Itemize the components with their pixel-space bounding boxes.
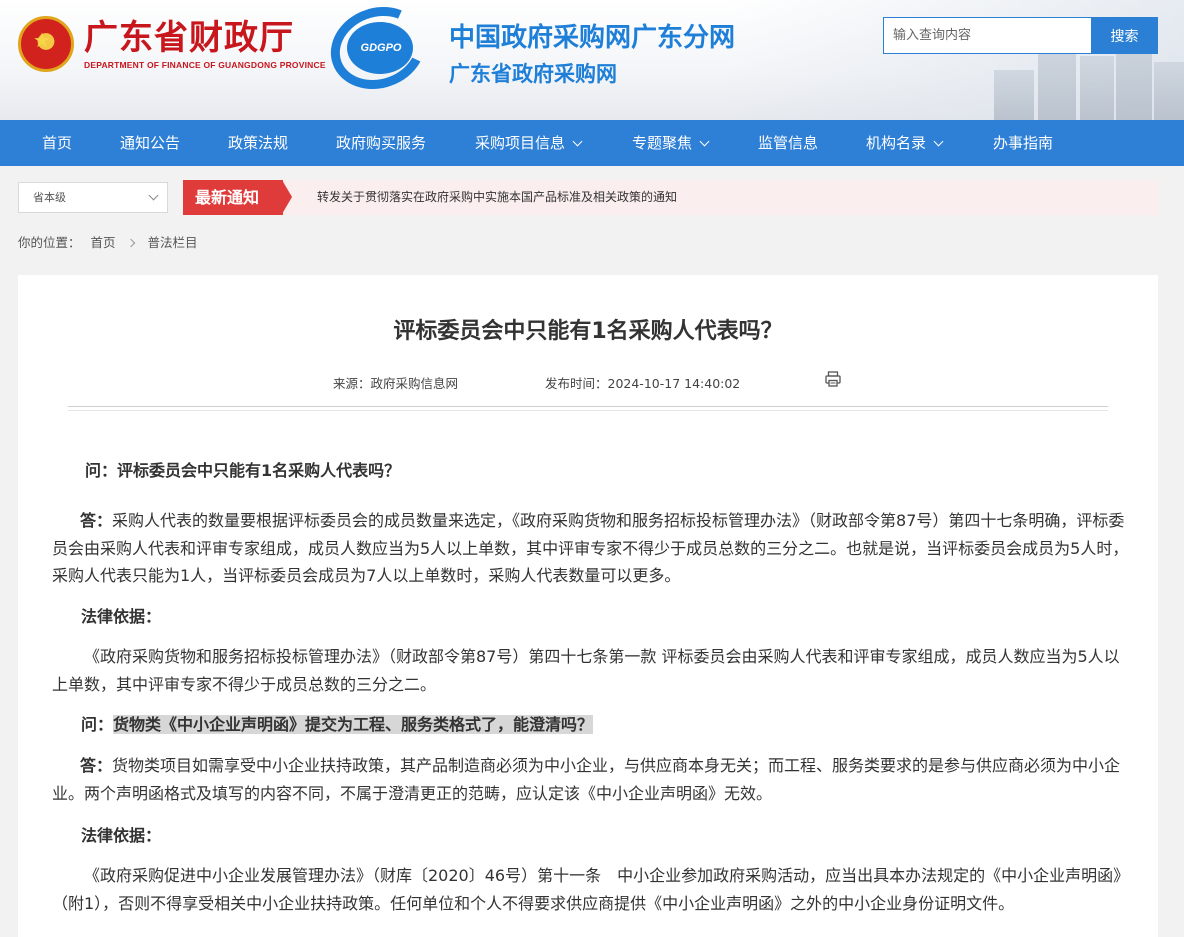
legal-basis-1-heading: 法律依据： (81, 607, 162, 626)
print-icon[interactable] (824, 370, 842, 388)
article-title: 评标委员会中只能有1名采购人代表吗？ (393, 319, 783, 344)
site-header: ★ 广东省财政厅 DEPARTMENT OF FINANCE OF GUANGD… (0, 0, 1184, 120)
question-1: 问：评标委员会中只能有1名采购人代表吗？ (85, 461, 401, 480)
emblem-star-icon: ★ (33, 28, 51, 52)
legal-basis-2-heading: 法律依据： (81, 826, 162, 845)
breadcrumb-home[interactable]: 首页 (91, 233, 116, 253)
chevron-down-icon (572, 136, 583, 147)
nav-item-topics[interactable]: 专题聚焦 (632, 120, 710, 166)
skyline-building (1154, 62, 1184, 120)
latest-notice-bar: 最新通知 转发关于贯彻落实在政府采购中实施本国产品标准及相关政策的通知 (183, 180, 1158, 215)
nav-item-notices[interactable]: 通知公告 (120, 120, 180, 166)
skyline-building (994, 70, 1034, 120)
nav-item-govt-services[interactable]: 政府购买服务 (336, 120, 426, 166)
dept-name-cn: 广东省财政厅 (84, 18, 294, 58)
search-button[interactable]: 搜索 (1091, 17, 1158, 54)
latest-notice-link[interactable]: 转发关于贯彻落实在政府采购中实施本国产品标准及相关政策的通知 (317, 180, 677, 215)
site-title-secondary: 广东省政府采购网 (449, 62, 617, 86)
title-divider (68, 410, 1108, 411)
chevron-down-icon (933, 136, 944, 147)
legal-basis-1-text: 《政府采购货物和服务招标投标管理办法》（财政部令第87号）第四十七条第一款 评标… (52, 647, 1120, 694)
breadcrumb: 你的位置： 首页 普法栏目 (18, 233, 198, 253)
chevron-down-icon (699, 136, 710, 147)
breadcrumb-current[interactable]: 普法栏目 (147, 233, 197, 253)
nav-item-home[interactable]: 首页 (42, 120, 72, 166)
main-nav: 首页 通知公告 政策法规 政府购买服务 采购项目信息 专题聚焦 监管信息 机构名… (0, 120, 1184, 166)
level-select[interactable]: 省本级 (18, 182, 168, 213)
dept-name-en: DEPARTMENT OF FINANCE OF GUANGDONG PROVI… (84, 60, 326, 70)
legal-basis-2-text: 《政府采购促进中小企业发展管理办法》（财库〔2020〕46号）第十一条 中小企业… (52, 866, 1130, 913)
latest-notice-badge: 最新通知 (183, 180, 292, 215)
gdgpo-logo-text: GDGPO (360, 42, 402, 54)
nav-item-policies[interactable]: 政策法规 (228, 120, 288, 166)
nav-item-procurement-info[interactable]: 采购项目信息 (475, 120, 583, 166)
nav-item-directory[interactable]: 机构名录 (866, 120, 944, 166)
skyline-building (1080, 56, 1114, 120)
nav-item-supervision[interactable]: 监管信息 (758, 120, 818, 166)
nav-item-guide[interactable]: 办事指南 (993, 120, 1053, 166)
answer-2: 答：货物类项目如需享受中小企业扶持政策，其产品制造商必须为中小企业，与供应商本身… (52, 756, 1121, 803)
title-divider (68, 406, 1108, 407)
article-source: 来源：政府采购信息网 (333, 376, 459, 391)
article-publish-time: 发布时间：2024-10-17 14:40:02 (545, 376, 741, 391)
chevron-right-icon (126, 238, 135, 248)
breadcrumb-prefix: 你的位置： (18, 235, 81, 250)
highlighted-question-text: 货物类《中小企业声明函》提交为工程、服务类格式了，能澄清吗？ (113, 715, 594, 734)
answer-1: 答：采购人代表的数量要根据评标委员会的成员数量来选定，《政府采购货物和服务招标投… (52, 511, 1129, 585)
chevron-down-icon (148, 190, 159, 201)
question-2: 问：货物类《中小企业声明函》提交为工程、服务类格式了，能澄清吗？ (81, 715, 594, 734)
site-title-primary: 中国政府采购网广东分网 (449, 23, 736, 53)
search-input[interactable] (883, 17, 1092, 54)
